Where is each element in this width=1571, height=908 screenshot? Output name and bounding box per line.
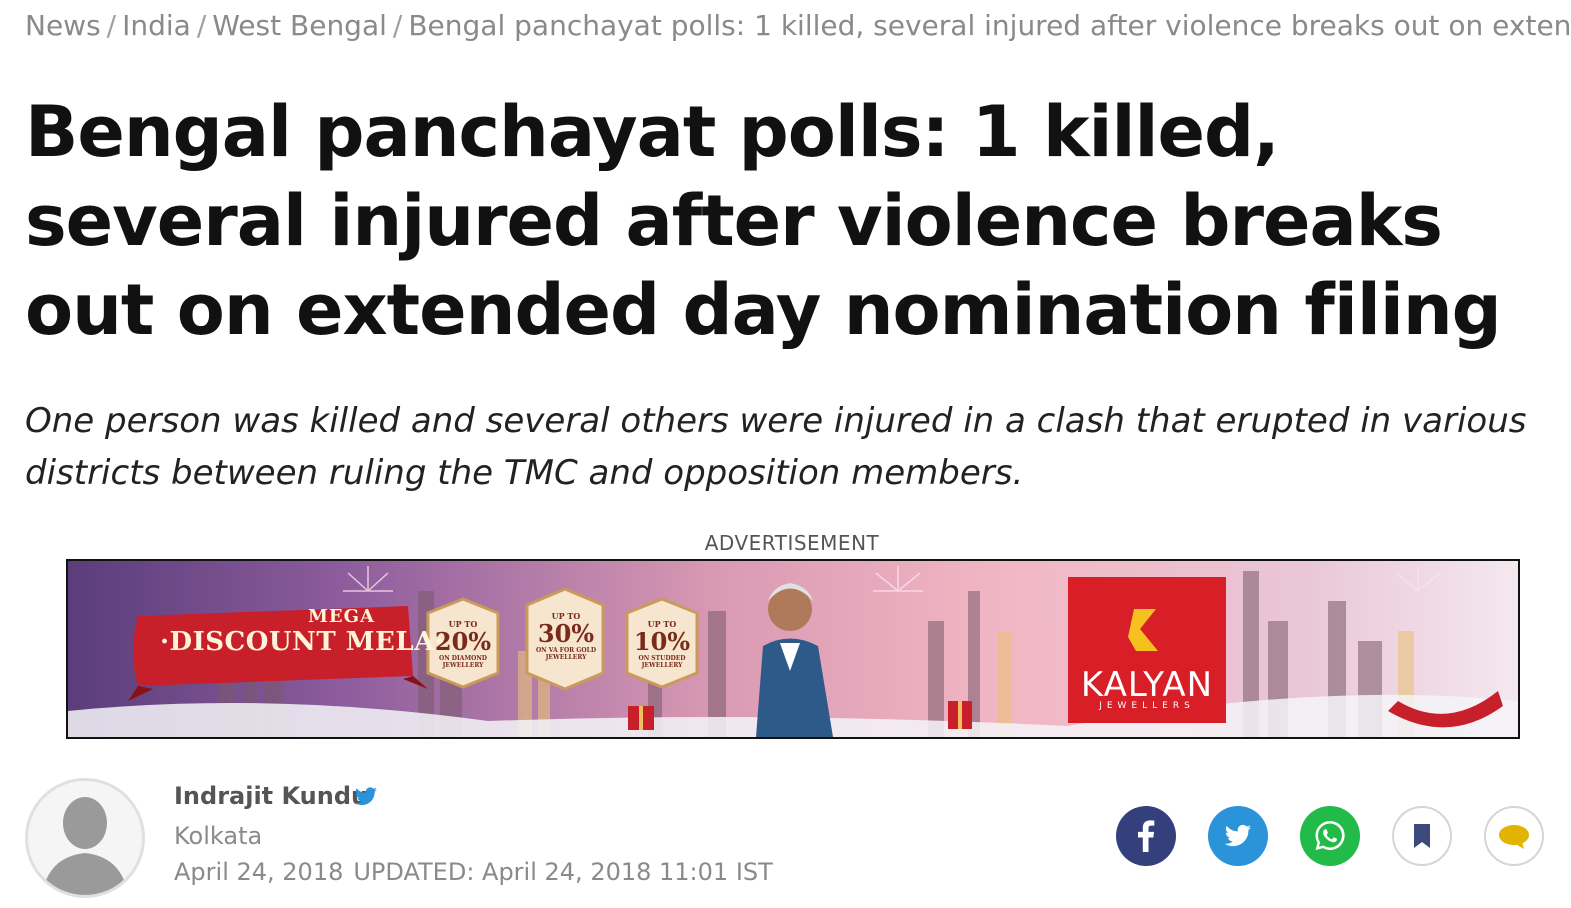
kalyan-brand-name: KALYAN: [1080, 665, 1214, 705]
author-avatar[interactable]: [25, 778, 145, 898]
bookmark-icon: [1414, 824, 1430, 848]
ad-mega-text: MEGA: [308, 606, 375, 627]
breadcrumb-news[interactable]: News: [25, 9, 101, 42]
kalyan-logo: KALYAN JEWELLERS: [1068, 577, 1226, 723]
dateline: April 24, 2018 UPDATED: April 24, 2018 11…: [174, 858, 773, 886]
article-summary: One person was killed and several others…: [25, 401, 1527, 493]
share-whatsapp-button[interactable]: [1300, 806, 1360, 866]
facebook-icon: [1138, 820, 1155, 852]
ad-offer-desc: ON DIAMOND JEWELLERY: [438, 655, 488, 669]
breadcrumb-separator: /: [196, 9, 207, 42]
comment-icon: [1499, 825, 1529, 849]
breadcrumb: News / India / West Bengal / Bengal panchayat …: [25, 6, 1571, 46]
ad-offer: UP TO 20% ON DIAMOND JEWELLERY: [428, 619, 498, 669]
share-twitter-button[interactable]: [1208, 806, 1268, 866]
share-facebook-button[interactable]: [1116, 806, 1176, 866]
ad-offer-percent: 30%: [537, 619, 595, 648]
twitter-bird-icon[interactable]: [354, 786, 378, 808]
ad-offer-desc: ON VA FOR GOLD JEWELLERY: [535, 647, 597, 661]
publish-date: April 24, 2018: [174, 858, 344, 886]
breadcrumb-separator: /: [106, 9, 117, 42]
advertisement-banner[interactable]: MEGA ·DISCOUNT MELA· UP TO 20% ON DIAMON…: [66, 559, 1520, 739]
avatar-placeholder-icon: [42, 797, 128, 895]
ad-offer-desc: ON STUDDED JEWELLERY: [638, 655, 686, 669]
ad-offer-percent: 20%: [434, 627, 492, 656]
updated-date: UPDATED: April 24, 2018 11:01 IST: [353, 858, 773, 886]
comment-button[interactable]: [1484, 806, 1544, 866]
kalyan-brand-sub: JEWELLERS: [1099, 701, 1195, 711]
kalyan-logo-icon: [1128, 609, 1158, 651]
ad-offer: UP TO 10% ON STUDDED JEWELLERY: [627, 619, 697, 669]
breadcrumb-current: Bengal panchayat polls: 1 killed, severa…: [408, 9, 1571, 42]
author-name[interactable]: Indrajit Kundu: [174, 782, 368, 810]
article-headline: Bengal panchayat polls: 1 killed, severa…: [25, 91, 1502, 351]
author-location: Kolkata: [174, 822, 263, 850]
advertisement-label: ADVERTISEMENT: [704, 531, 880, 555]
twitter-icon: [1224, 824, 1251, 847]
breadcrumb-india[interactable]: India: [122, 9, 191, 42]
bookmark-button[interactable]: [1392, 806, 1452, 866]
ad-offer: UP TO 30% ON VA FOR GOLD JEWELLERY: [530, 611, 602, 661]
ad-discount-text: ·DISCOUNT MELA·: [160, 627, 445, 657]
breadcrumb-separator: /: [392, 9, 403, 42]
whatsapp-icon: [1315, 820, 1345, 850]
breadcrumb-west-bengal[interactable]: West Bengal: [212, 9, 387, 42]
ad-offer-percent: 10%: [633, 627, 691, 656]
